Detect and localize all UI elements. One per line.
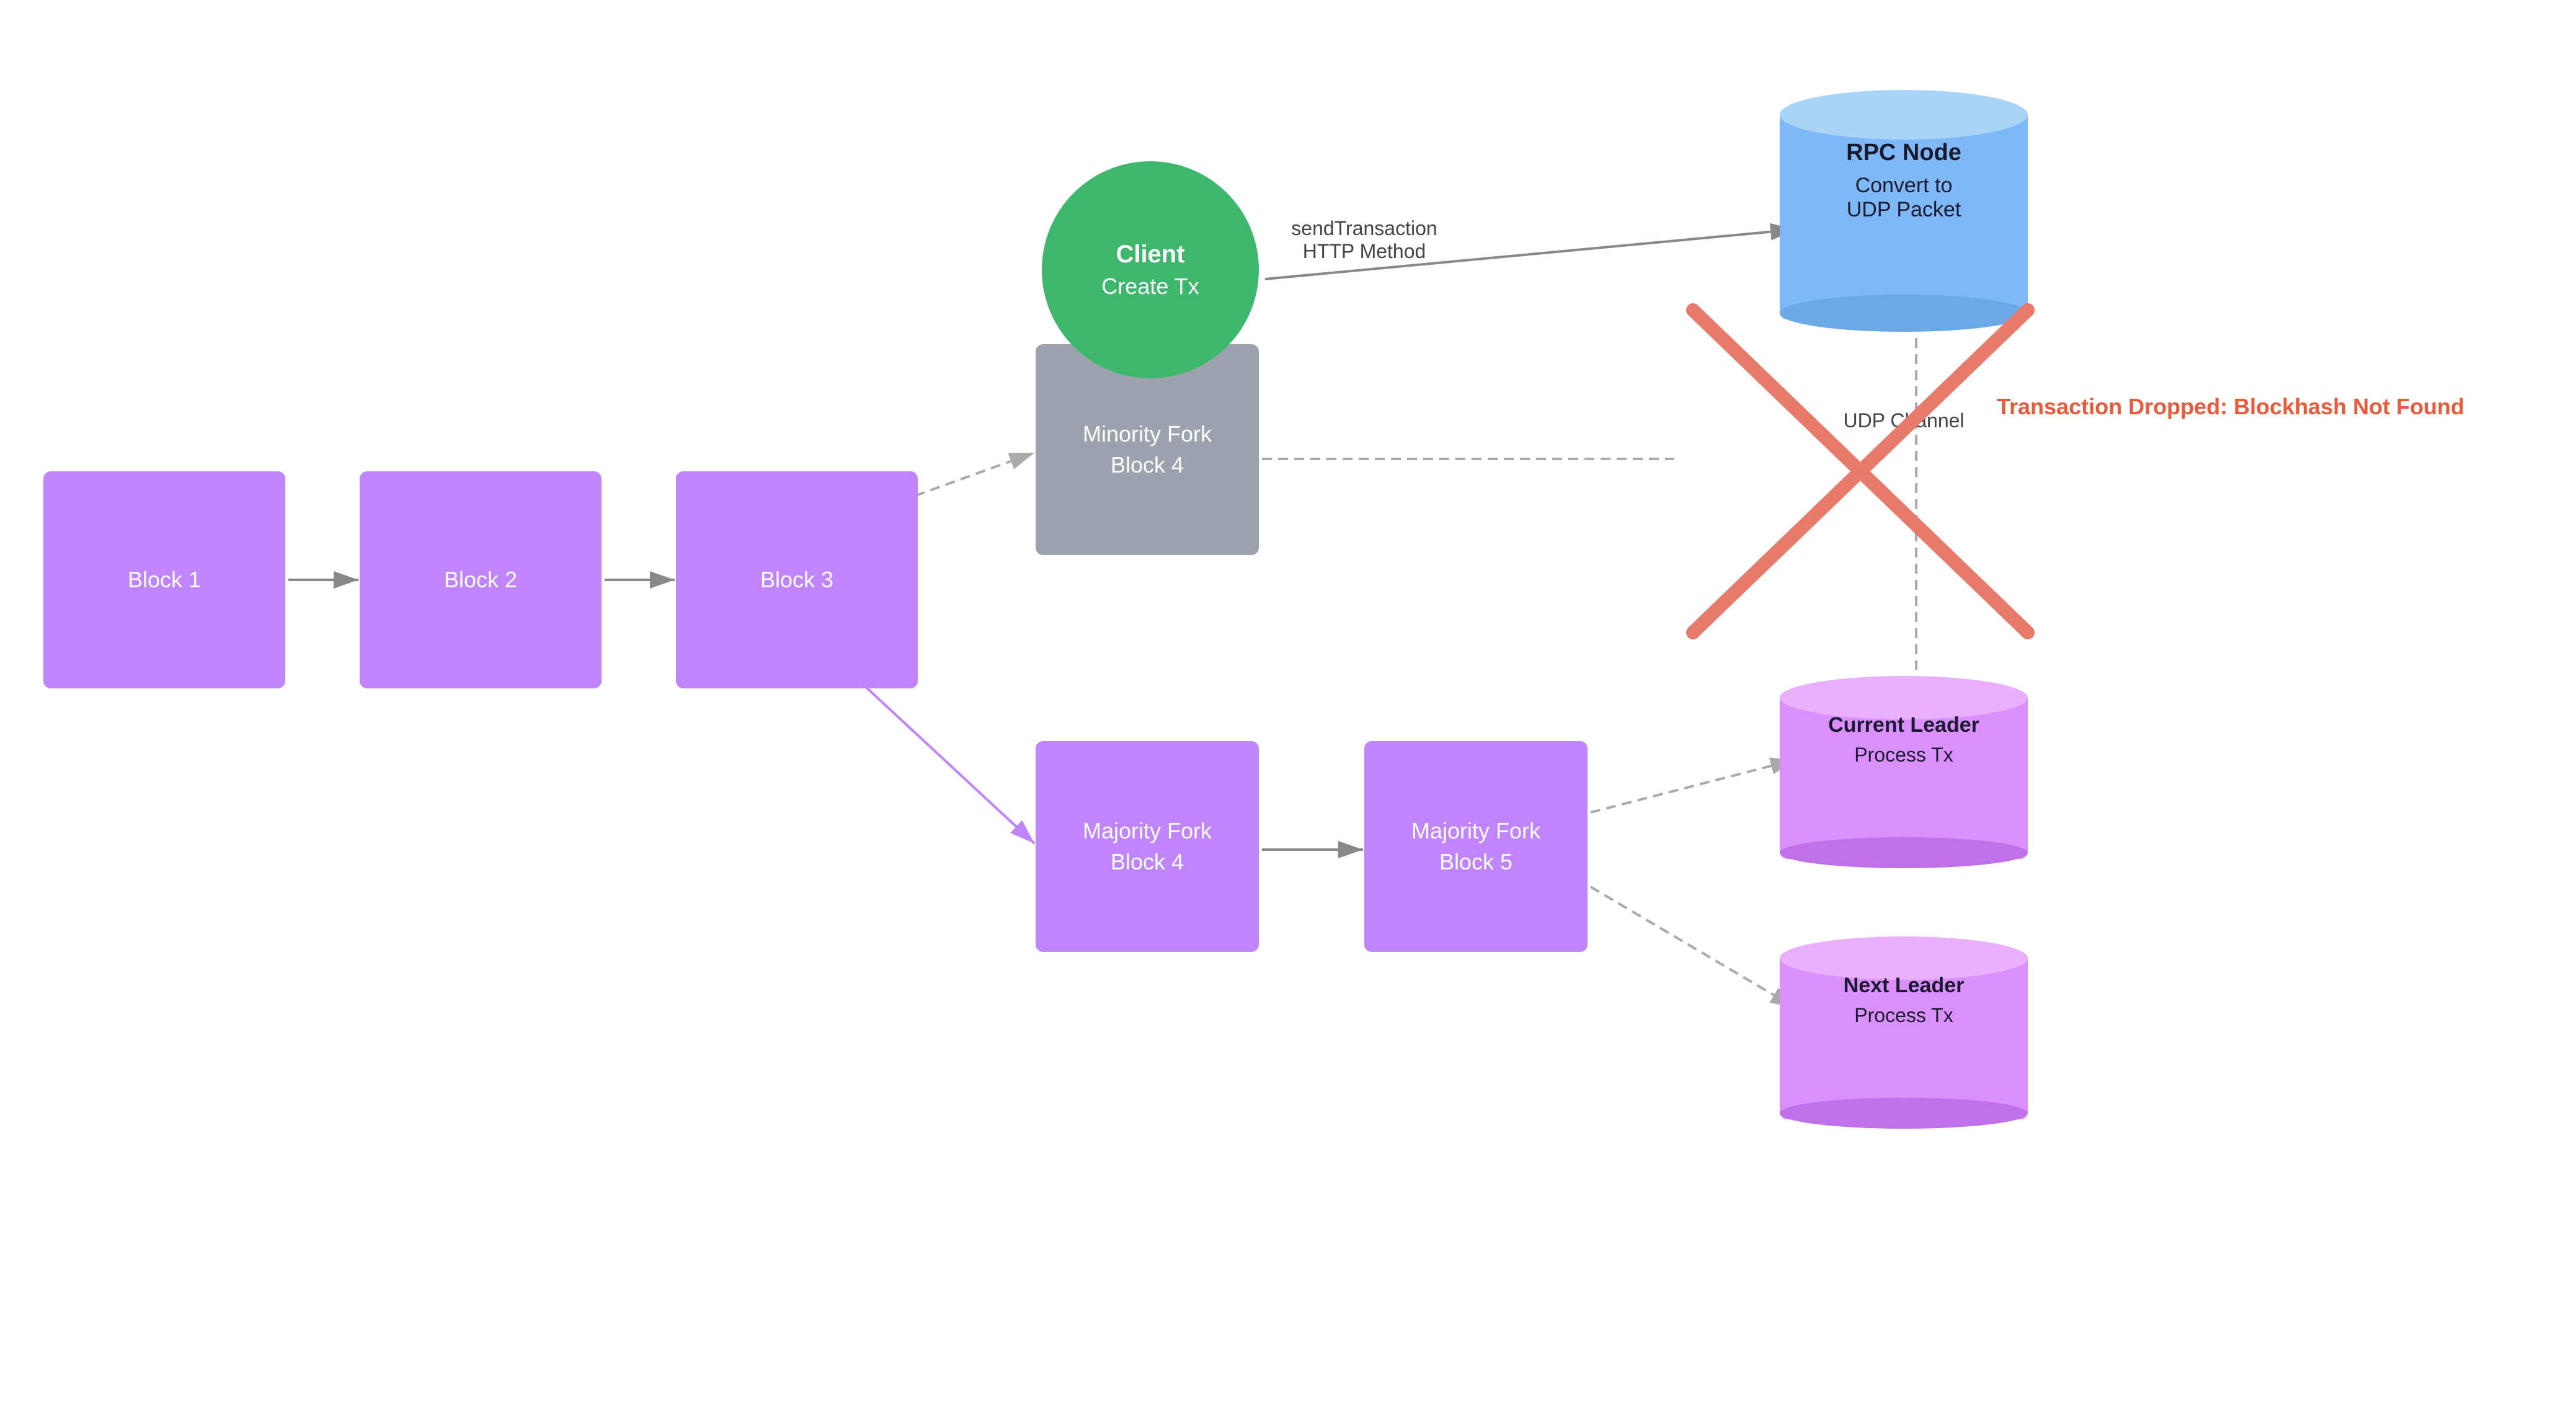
arrows-svg xyxy=(0,0,2576,1409)
next-leader-cylinder: Next Leader Process Tx xyxy=(1780,936,2028,1141)
current-leader-cylinder: Current Leader Process Tx xyxy=(1780,676,2028,881)
diagram-container: Block 1 Block 2 Block 3 Minority Fork Bl… xyxy=(0,0,2576,1409)
block-1: Block 1 xyxy=(43,471,285,688)
block-2: Block 2 xyxy=(360,471,602,688)
error-label: Transaction Dropped: Blockhash Not Found xyxy=(1997,394,2543,420)
majority-fork-block-4: Majority Fork Block 4 xyxy=(1036,741,1259,952)
block-3: Block 3 xyxy=(676,471,918,688)
rpc-node-cylinder: RPC Node Convert to UDP Packet xyxy=(1780,90,2028,344)
majority-fork-block-5: Majority Fork Block 5 xyxy=(1364,741,1588,952)
client-circle: Client Create Tx xyxy=(1042,161,1259,378)
udp-channel-label: UDP Channel xyxy=(1836,409,1972,432)
send-transaction-label: sendTransaction HTTP Method xyxy=(1277,217,1451,263)
